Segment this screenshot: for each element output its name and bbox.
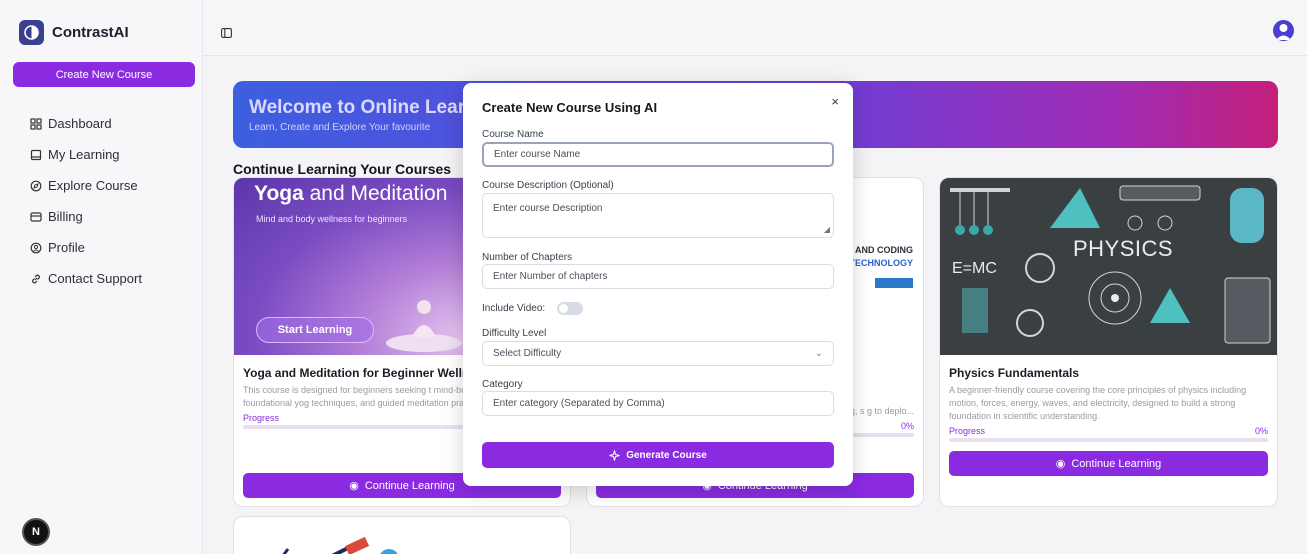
modal-title: Create New Course Using AI bbox=[482, 100, 658, 115]
user-avatar[interactable] bbox=[1273, 20, 1294, 41]
button-label: Continue Learning bbox=[364, 479, 455, 492]
wallet-icon bbox=[30, 211, 42, 222]
play-circle-icon: ◉ bbox=[349, 480, 359, 492]
sidebar-toggle-icon[interactable] bbox=[221, 25, 232, 43]
category-input[interactable]: Enter category (Separated by Comma) bbox=[482, 391, 834, 416]
category-label: Category bbox=[482, 379, 523, 390]
user-circle-icon bbox=[30, 242, 42, 253]
course-name-label: Course Name bbox=[482, 129, 544, 140]
create-course-modal: Create New Course Using AI × Course Name… bbox=[463, 83, 853, 486]
include-video-label: Include Video: bbox=[482, 303, 546, 314]
top-bar bbox=[203, 0, 1307, 56]
progress-label: Progress bbox=[243, 413, 280, 423]
textarea-placeholder: Enter course Description bbox=[493, 203, 603, 214]
sidebar-item-profile[interactable]: Profile bbox=[30, 232, 142, 263]
sidebar-item-my-learning[interactable]: My Learning bbox=[30, 139, 142, 170]
progress-row: Progress 0% bbox=[949, 426, 1268, 436]
link-icon bbox=[32, 274, 40, 283]
sparkle-icon bbox=[609, 449, 620, 461]
card-body: Physics Fundamentals A beginner-friendly… bbox=[949, 365, 1268, 442]
banner-title: Welcome to Online Learn bbox=[249, 97, 477, 118]
thumbnail-title: Yoga and Meditation bbox=[254, 182, 448, 205]
sidebar-item-billing[interactable]: Billing bbox=[30, 201, 142, 232]
progress-value: 0% bbox=[900, 421, 914, 431]
meditation-figure-icon bbox=[386, 300, 462, 352]
dev-tools-avatar[interactable]: N bbox=[22, 518, 50, 546]
sidebar-item-explore-course[interactable]: Explore Course bbox=[30, 170, 142, 201]
thumbnail-button bbox=[875, 278, 913, 288]
svg-text:E=MC: E=MC bbox=[952, 260, 997, 277]
difficulty-label: Difficulty Level bbox=[482, 328, 547, 339]
sidebar-item-dashboard[interactable]: Dashboard bbox=[30, 108, 142, 139]
compass-icon bbox=[30, 180, 42, 191]
sidebar-item-label: Dashboard bbox=[48, 116, 112, 131]
close-icon[interactable]: × bbox=[831, 94, 839, 109]
sidebar-item-label: Billing bbox=[48, 209, 83, 224]
section-title: Continue Learning Your Courses bbox=[233, 161, 452, 177]
course-thumbnail: E=MC PHYSICS bbox=[940, 178, 1277, 355]
sidebar: ContrastAI Create New Course Dashboard M… bbox=[0, 0, 203, 554]
sidebar-item-label: My Learning bbox=[48, 147, 120, 162]
start-learning-badge: Start Learning bbox=[256, 317, 374, 343]
app-name: ContrastAI bbox=[52, 24, 129, 41]
banner-subtitle: Learn, Create and Explore Your favourite bbox=[249, 122, 431, 133]
sidebar-item-label: Contact Support bbox=[48, 271, 142, 286]
thumbnail-title: PHYSICS bbox=[1073, 236, 1174, 261]
resize-handle-icon[interactable]: ◢ bbox=[824, 225, 830, 234]
card-title: Physics Fundamentals bbox=[949, 366, 1080, 380]
continue-learning-button[interactable]: ◉ Continue Learning bbox=[949, 451, 1268, 476]
difficulty-select[interactable]: Select Difficulty ⌄ bbox=[482, 341, 834, 366]
sidebar-item-contact-support[interactable]: Contact Support bbox=[30, 263, 142, 294]
button-label: Continue Learning bbox=[1071, 457, 1162, 470]
course-description-label: Course Description (Optional) bbox=[482, 180, 614, 191]
generate-course-button[interactable]: Generate Course bbox=[482, 442, 834, 468]
grid-icon bbox=[30, 117, 42, 130]
course-description-textarea[interactable]: Enter course Description ◢ bbox=[482, 193, 834, 238]
course-name-input[interactable]: Enter course Name bbox=[482, 142, 834, 167]
difficulty-value: Select Difficulty bbox=[493, 348, 562, 359]
progress-value: 0% bbox=[1254, 426, 1268, 436]
logo-icon bbox=[19, 20, 44, 45]
button-label: Generate Course bbox=[626, 449, 707, 461]
course-thumbnail-icon bbox=[282, 536, 398, 554]
course-card bbox=[233, 516, 571, 554]
book-icon bbox=[30, 149, 42, 160]
include-video-toggle[interactable] bbox=[557, 302, 583, 315]
create-new-course-button[interactable]: Create New Course bbox=[13, 62, 195, 87]
toggle-knob bbox=[559, 304, 568, 313]
chevron-down-icon: ⌄ bbox=[814, 348, 823, 359]
progress-label: Progress bbox=[949, 426, 986, 436]
sidebar-item-label: Explore Course bbox=[48, 178, 138, 193]
progress-bar bbox=[949, 438, 1268, 442]
play-circle-icon: ◉ bbox=[1055, 458, 1066, 470]
sidebar-nav: Dashboard My Learning Explore Course Bil… bbox=[30, 108, 142, 294]
card-description: A beginner-friendly course covering the … bbox=[949, 385, 1247, 421]
physics-illustration-icon: E=MC bbox=[950, 185, 1271, 344]
chapters-input[interactable]: Enter Number of chapters bbox=[482, 264, 834, 289]
course-card: E=MC PHYSICS Physics Fundamentals A begi… bbox=[939, 177, 1278, 507]
chapters-label: Number of Chapters bbox=[482, 252, 573, 263]
sidebar-item-label: Profile bbox=[48, 240, 85, 255]
thumbnail-subtitle: Mind and body wellness for beginners bbox=[256, 214, 408, 224]
logo[interactable]: ContrastAI bbox=[19, 20, 129, 45]
